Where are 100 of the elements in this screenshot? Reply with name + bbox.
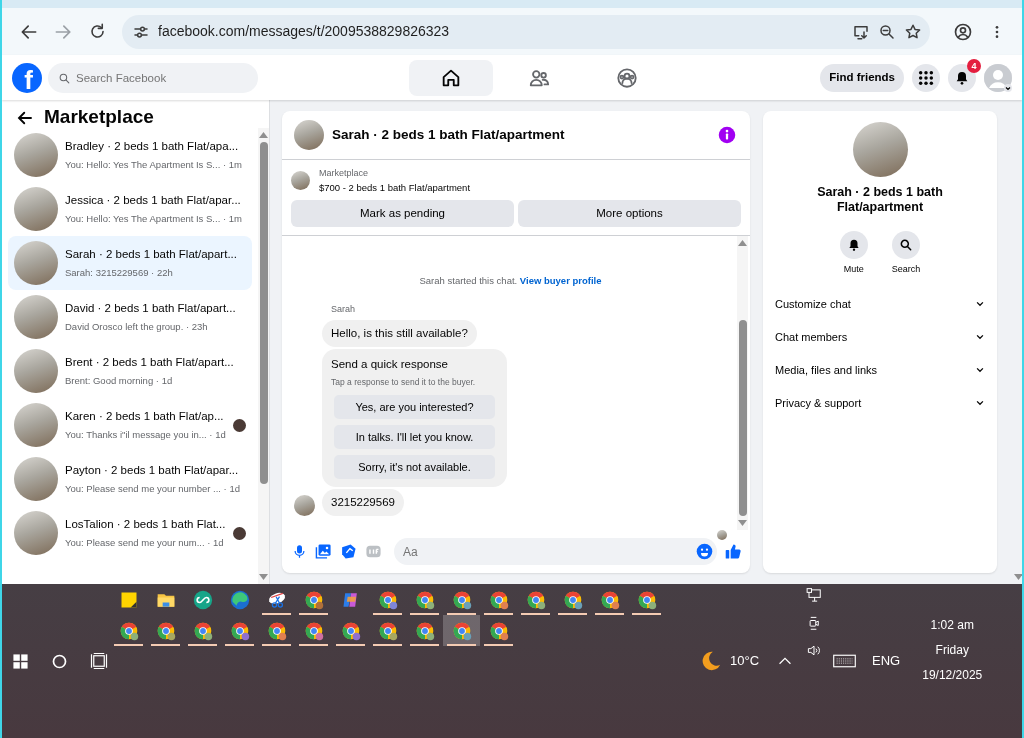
network-monitor-icon[interactable] xyxy=(806,588,823,603)
scroll-down-icon[interactable] xyxy=(738,520,747,526)
scroll-up-icon[interactable] xyxy=(738,239,747,246)
browser-icon xyxy=(192,620,213,641)
listing-photo xyxy=(14,457,58,501)
avatar-silhouette-icon xyxy=(984,63,1012,92)
browser-icon xyxy=(488,620,509,641)
browser-icon xyxy=(303,620,324,641)
message-preview: You: Please send me your number ... · 1d xyxy=(65,482,240,496)
scrollbar-thumb[interactable] xyxy=(738,320,747,516)
conversation-item[interactable]: Jessica · 2 beds 1 bath Flat/apar... You: Hello: Yes The Apartment Is S... · 1m xyxy=(8,182,252,236)
day-text: Friday xyxy=(935,642,969,659)
message-preview: You: Thanks i"il message you in... · 1d xyxy=(65,428,226,442)
conversation-item[interactable]: Sarah · 2 beds 1 bath Flat/apart... Sarah: 3215229569 · 22h xyxy=(8,236,252,290)
chat-title: Sarah · 2 beds 1 bath Flat/apartment xyxy=(332,126,566,144)
chevron-down-icon xyxy=(975,398,985,408)
conversation-item[interactable]: LosTalion · 2 beds 1 bath Flat... You: Please send me your num... · 1d xyxy=(8,506,252,560)
quick-response-hint: Tap a response to send it to the buyer. xyxy=(331,376,477,389)
browser-icon xyxy=(303,589,324,610)
message-preview: You: Please send me your num... · 1d xyxy=(65,536,224,550)
conversation-item[interactable]: Payton · 2 beds 1 bath Flat/apar... You: Please send me your number ... · 1d xyxy=(8,452,252,506)
search-icon xyxy=(899,238,913,252)
conversation-item[interactable]: David · 2 beds 1 bath Flat/apart... David Orosco left the group. · 23h xyxy=(8,290,252,344)
find-friends-button[interactable]: Find friends xyxy=(820,63,904,92)
language-indicator[interactable]: ENG xyxy=(872,651,901,671)
action-label: Mute xyxy=(843,263,864,276)
action-button[interactable]: Mark as pending xyxy=(291,199,514,227)
read-avatar xyxy=(717,530,727,540)
quick-reply-button[interactable]: Yes, are you interested? xyxy=(334,394,495,419)
info-icon[interactable] xyxy=(718,126,736,144)
browser-icon xyxy=(414,620,435,641)
section-label: Customize chat xyxy=(775,296,851,312)
profile-icon xyxy=(953,21,973,42)
listing-photo xyxy=(14,241,58,285)
task-view-icon xyxy=(90,652,109,670)
conversation-item[interactable]: Karen · 2 beds 1 bath Flat/ap... You: Thanks i"il message you in... · 1d xyxy=(8,398,252,452)
camera-icon[interactable] xyxy=(806,615,822,631)
message-input[interactable]: Aa xyxy=(394,538,717,565)
listing-photo xyxy=(852,122,908,177)
message-preview: Brent: Good morning · 1d xyxy=(65,374,173,388)
details-action-button[interactable] xyxy=(839,231,868,259)
search-field[interactable]: Search Facebook xyxy=(48,62,258,93)
browser-icon xyxy=(229,620,250,641)
scroll-down-icon[interactable] xyxy=(259,574,268,580)
swirl-icon xyxy=(229,589,250,610)
conversation-title: Bradley · 2 beds 1 bath Flat/apa... xyxy=(65,138,239,154)
address-bar[interactable]: facebook.com/messages/t/2009538829826323 xyxy=(122,14,930,49)
conversation-title: Karen · 2 beds 1 bath Flat/ap... xyxy=(65,408,224,424)
scrollbar-thumb[interactable] xyxy=(259,142,268,484)
photo-icon[interactable] xyxy=(315,543,332,560)
microphone-icon[interactable] xyxy=(292,543,307,560)
conversation-item[interactable]: Brent · 2 beds 1 bath Flat/apart... Brent: Good morning · 1d xyxy=(8,344,252,398)
details-section[interactable]: Privacy & support xyxy=(775,386,985,420)
zoom-out-icon[interactable] xyxy=(878,22,896,41)
section-label: Media, files and links xyxy=(775,362,878,378)
listing-text: $700 - 2 beds 1 bath Flat/apartment xyxy=(319,180,471,195)
browser-icon xyxy=(340,620,361,641)
clock[interactable]: 1:02 am Friday 19/12/2025 xyxy=(922,616,983,684)
message-preview: You: Hello: Yes The Apartment Is S... · 1m xyxy=(65,212,242,226)
scroll-up-icon[interactable] xyxy=(259,132,268,138)
details-section[interactable]: Customize chat xyxy=(775,287,985,321)
browser-icon xyxy=(562,589,583,610)
grid-icon xyxy=(918,69,934,86)
message-bubble: Hello, is this still available? xyxy=(322,319,477,347)
sticker-icon[interactable] xyxy=(340,543,357,560)
browser-icon xyxy=(599,589,620,610)
browser-icon xyxy=(155,620,176,641)
time-text: 1:02 am xyxy=(930,617,974,634)
conversation-title: Brent · 2 beds 1 bath Flat/apart... xyxy=(65,354,234,370)
quick-reply-button[interactable]: In talks. I'll let you know. xyxy=(334,424,495,449)
section-label: Chat members xyxy=(775,329,848,345)
notification-count: 4 xyxy=(967,58,981,73)
search-ring-icon xyxy=(51,652,69,670)
browser-icon xyxy=(525,589,546,610)
keyboard-icon[interactable] xyxy=(833,654,857,668)
quick-reply-button[interactable]: Sorry, it's not available. xyxy=(334,454,495,479)
star-icon[interactable] xyxy=(904,22,922,41)
conversation-title: Payton · 2 beds 1 bath Flat/apar... xyxy=(65,462,239,478)
conversation-title: Sarah · 2 beds 1 bath Flat/apart... xyxy=(65,246,237,262)
apps-menu-button[interactable] xyxy=(912,63,940,92)
listing-photo xyxy=(14,403,58,447)
listing-photo xyxy=(14,511,58,555)
emoji-icon[interactable] xyxy=(696,543,713,560)
nav-tab[interactable] xyxy=(409,59,494,96)
buyer-profile-link[interactable]: View buyer profile xyxy=(519,274,602,286)
details-section[interactable]: Chat members xyxy=(775,320,985,354)
thumbs-up-icon[interactable] xyxy=(725,543,742,560)
notifications-button[interactable] xyxy=(948,63,976,92)
facebook-logo[interactable]: f xyxy=(12,62,42,93)
details-action-button[interactable] xyxy=(892,231,920,259)
scroll-down-icon[interactable] xyxy=(1014,574,1022,580)
sidebar-title: Marketplace xyxy=(44,106,154,129)
quick-response-title: Send a quick response xyxy=(331,356,449,372)
conversation-item[interactable]: Bradley · 2 beds 1 bath Flat/apa... You: Hello: Yes The Apartment Is S... · 1m xyxy=(8,128,252,182)
browser-icon xyxy=(488,589,509,610)
section-label: Privacy & support xyxy=(775,395,862,411)
sender-name: Sarah xyxy=(331,303,357,316)
message-preview: Sarah: 3215229569 · 22h xyxy=(65,266,173,280)
action-button[interactable]: More options xyxy=(518,199,741,227)
details-section[interactable]: Media, files and links xyxy=(775,353,985,387)
